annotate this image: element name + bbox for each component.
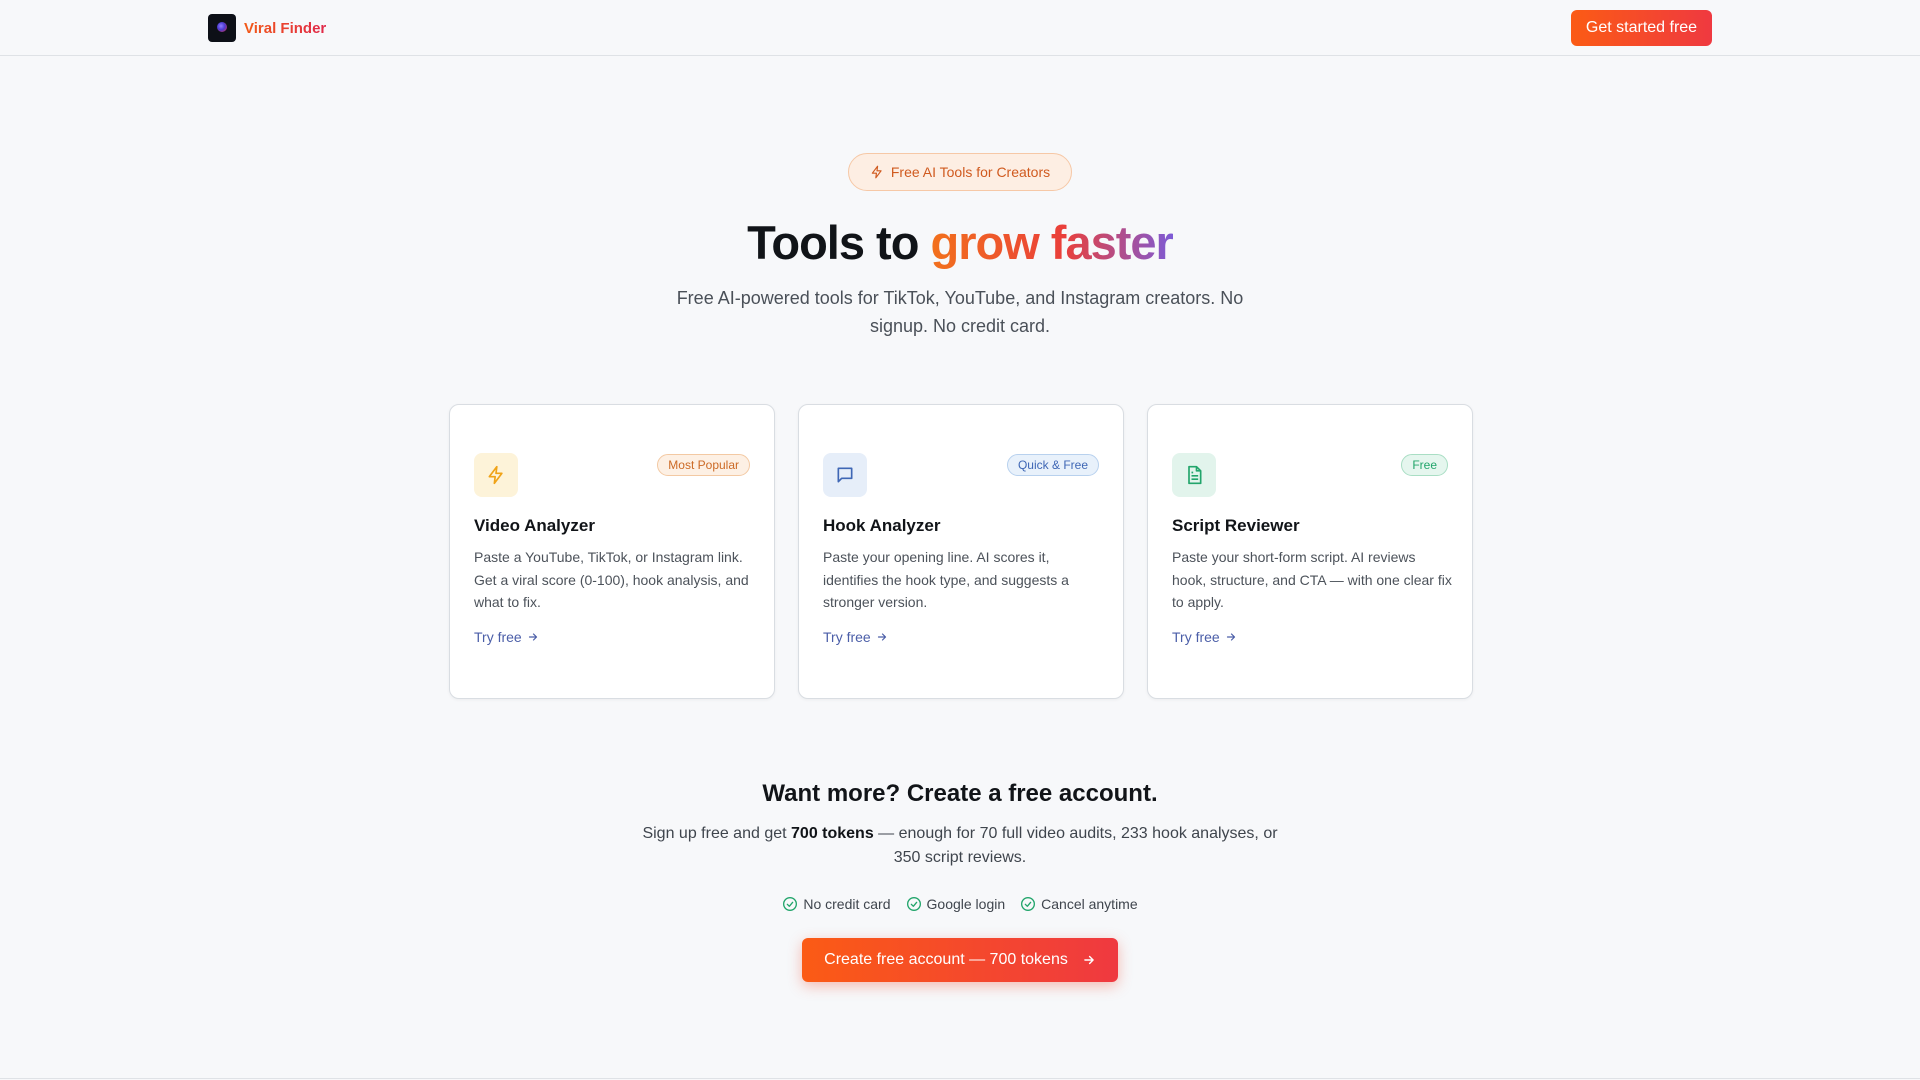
arrow-right-icon [877,633,886,641]
check-item: Cancel anytime [1020,896,1138,912]
check-label: Cancel anytime [1041,896,1138,912]
try-free-label: Try free [1172,629,1220,645]
card-description: Paste a YouTube, TikTok, or Instagram li… [474,549,749,610]
card-description: Paste your opening line. AI scores it, i… [823,549,1069,610]
card-badge: Most Popular [657,454,750,476]
create-account-button[interactable]: Create free account — 700 tokens [802,938,1118,982]
tool-card-video-analyzer[interactable]: Most Popular Video Analyzer Paste a YouT… [449,404,775,699]
get-started-button[interactable]: Get started free [1571,10,1712,46]
title-highlight: grow faster [930,216,1173,269]
check-item: No credit card [782,896,891,912]
benefit-checks: No credit card Google login Cancel anyti… [0,893,1920,915]
logo-icon [208,14,236,42]
arrow-right-icon [1226,633,1235,641]
arrow-right-icon [528,633,537,641]
brand-name: Viral Finder [244,19,327,37]
try-free-link[interactable]: Try free [1172,629,1237,645]
try-free-label: Try free [823,629,871,645]
hero-badge: Free AI Tools for Creators [848,153,1072,191]
check-circle-icon [783,897,798,911]
card-title: Hook Analyzer [823,516,941,535]
signup-subtitle: Sign up free and get 700 tokens — enough… [630,822,1290,870]
check-item: Google login [906,896,1006,912]
card-description: Paste your short-form script. AI reviews… [1172,549,1452,610]
try-free-link[interactable]: Try free [823,629,888,645]
tool-card-script-reviewer[interactable]: Free Script Reviewer Paste your short-fo… [1147,404,1473,699]
check-label: No credit card [803,896,891,912]
signup-title: Want more? Create a free account. [762,780,1158,807]
arrow-right-icon [1084,955,1094,965]
check-label: Google login [926,896,1006,912]
chat-bubble-icon [823,453,867,497]
try-free-label: Try free [474,629,522,645]
lightning-icon [474,453,518,497]
signup-subtitle-start: Sign up free and get [642,825,792,842]
signup-subtitle-end: — enough for 70 full video audits, 233 h… [873,825,1278,866]
check-circle-icon [1021,897,1036,911]
card-title: Script Reviewer [1172,516,1300,535]
page-title: Tools to grow faster [0,213,1920,273]
hero-badge-label: Free AI Tools for Creators [890,164,1051,180]
tool-card-hook-analyzer[interactable]: Quick & Free Hook Analyzer Paste your op… [798,404,1124,699]
hero-subtitle: Free AI-powered tools for TikTok, YouTub… [676,288,1244,336]
card-badge: Free [1401,454,1448,476]
token-count: 700 tokens [791,825,874,842]
top-nav: Viral Finder Get started free [0,0,1920,56]
card-title: Video Analyzer [474,516,595,535]
card-badge: Quick & Free [1006,454,1099,476]
title-prefix: Tools to [747,216,931,269]
check-circle-icon [906,897,921,911]
lightning-icon [871,165,882,179]
brand[interactable]: Viral Finder [208,14,326,42]
try-free-link[interactable]: Try free [474,629,539,645]
create-account-label: Create free account — 700 tokens [824,951,1068,968]
footer-divider [0,1078,1920,1079]
document-icon [1172,453,1216,497]
